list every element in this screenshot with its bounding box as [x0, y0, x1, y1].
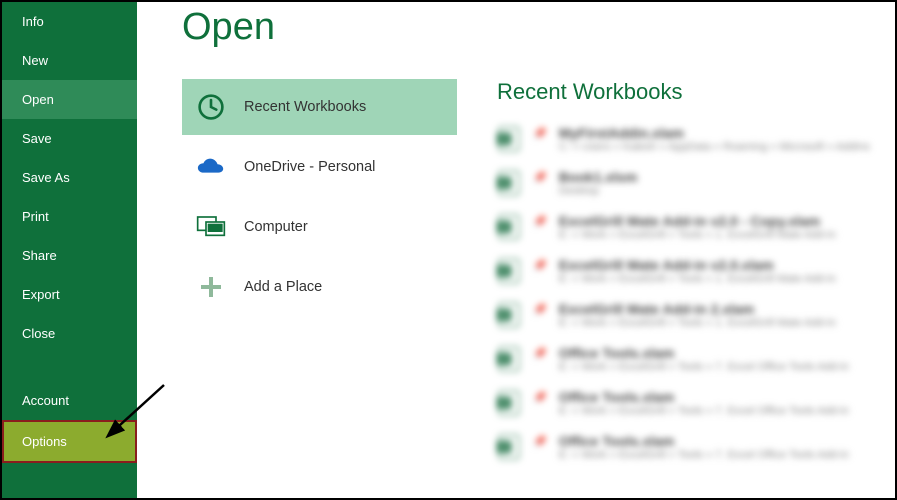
file-path: E: » Work » ExcelGrill » Tools » 1. Exce…	[559, 229, 836, 241]
file-path: C: » Users » Kalesh » AppData » Roaming …	[559, 141, 870, 153]
file-path: E: » Work » ExcelGrill » Tools » 7. Exce…	[559, 361, 849, 373]
file-name: ExcelGrill Mate Add-in 2.xlam	[559, 301, 836, 317]
svg-text:X: X	[501, 179, 507, 188]
recent-file[interactable]: X 📌 MyFirstAddin.xlamC: » Users » Kalesh »…	[497, 125, 875, 153]
svg-text:X: X	[501, 135, 507, 144]
main-panel: Open Recent Workbooks OneDrive - Persona…	[137, 2, 895, 498]
excel-file-icon: X	[497, 345, 521, 373]
location-addplace[interactable]: Add a Place	[182, 259, 457, 315]
recent-file[interactable]: X 📌 Book1.xlsmDesktop	[497, 169, 875, 197]
recent-file[interactable]: X 📌 ExcelGrill Mate Add-in 2.xlamE: » Work…	[497, 301, 875, 329]
sidebar-item-close[interactable]: Close	[2, 314, 137, 353]
file-name: Office Tools.xlam	[559, 345, 849, 361]
location-recent[interactable]: Recent Workbooks	[182, 79, 457, 135]
onedrive-icon	[196, 157, 226, 177]
computer-icon	[196, 215, 226, 239]
location-onedrive[interactable]: OneDrive - Personal	[182, 139, 457, 195]
file-name: Office Tools.xlam	[559, 389, 849, 405]
recent-panel: Recent Workbooks X 📌 MyFirstAddin.xlamC: »…	[497, 79, 895, 461]
excel-file-icon: X	[497, 389, 521, 417]
sidebar-item-open[interactable]: Open	[2, 80, 137, 119]
svg-text:X: X	[501, 267, 507, 276]
pin-icon[interactable]: 📌	[533, 347, 547, 360]
location-label: Computer	[244, 219, 308, 235]
sidebar-item-print[interactable]: Print	[2, 197, 137, 236]
recent-file[interactable]: X 📌 ExcelGrill Mate Add-in v2.0 - Copy.xla…	[497, 213, 875, 241]
excel-file-icon: X	[497, 169, 521, 197]
excel-file-icon: X	[497, 257, 521, 285]
excel-file-icon: X	[497, 433, 521, 461]
pin-icon[interactable]: 📌	[533, 259, 547, 272]
file-name: ExcelGrill Mate Add-in v2.0 - Copy.xlam	[559, 213, 836, 229]
sidebar-item-saveas[interactable]: Save As	[2, 158, 137, 197]
file-path: E: » Work » ExcelGrill » Tools » 7. Exce…	[559, 449, 849, 461]
file-path: E: » Work » ExcelGrill » Tools » 1. Exce…	[559, 273, 836, 285]
sidebar-item-export[interactable]: Export	[2, 275, 137, 314]
sidebar-item-share[interactable]: Share	[2, 236, 137, 275]
file-path: E: » Work » ExcelGrill » Tools » 1. Exce…	[559, 317, 836, 329]
open-locations: Recent Workbooks OneDrive - Personal Com…	[182, 79, 457, 461]
file-name: MyFirstAddin.xlam	[559, 125, 870, 141]
svg-text:X: X	[501, 355, 507, 364]
pin-icon[interactable]: 📌	[533, 435, 547, 448]
sidebar-item-options[interactable]: Options	[2, 420, 137, 463]
location-computer[interactable]: Computer	[182, 199, 457, 255]
plus-icon	[196, 275, 226, 299]
sidebar-item-new[interactable]: New	[2, 41, 137, 80]
file-path: E: » Work » ExcelGrill » Tools » 7. Exce…	[559, 405, 849, 417]
pin-icon[interactable]: 📌	[533, 127, 547, 140]
location-label: Add a Place	[244, 279, 322, 295]
page-title: Open	[182, 6, 895, 49]
recent-file[interactable]: X 📌 Office Tools.xlamE: » Work » ExcelGril…	[497, 345, 875, 373]
recent-file[interactable]: X 📌 Office Tools.xlamE: » Work » ExcelGril…	[497, 389, 875, 417]
pin-icon[interactable]: 📌	[533, 391, 547, 404]
file-path: Desktop	[559, 185, 638, 197]
svg-text:X: X	[501, 443, 507, 452]
excel-file-icon: X	[497, 301, 521, 329]
pin-icon[interactable]: 📌	[533, 171, 547, 184]
svg-text:X: X	[501, 223, 507, 232]
clock-icon	[196, 93, 226, 121]
file-name: Book1.xlsm	[559, 169, 638, 185]
recent-file[interactable]: X 📌 ExcelGrill Mate Add-in v2.0.xlamE: » W…	[497, 257, 875, 285]
sidebar-item-account[interactable]: Account	[2, 381, 137, 420]
location-label: Recent Workbooks	[244, 99, 366, 115]
backstage-sidebar: Info New Open Save Save As Print Share E…	[2, 2, 137, 498]
location-label: OneDrive - Personal	[244, 159, 375, 175]
recent-heading: Recent Workbooks	[497, 79, 875, 105]
recent-file[interactable]: X 📌 Office Tools.xlamE: » Work » ExcelGril…	[497, 433, 875, 461]
recent-list: X 📌 MyFirstAddin.xlamC: » Users » Kalesh »…	[497, 125, 875, 461]
excel-file-icon: X	[497, 213, 521, 241]
svg-text:X: X	[501, 311, 507, 320]
pin-icon[interactable]: 📌	[533, 303, 547, 316]
pin-icon[interactable]: 📌	[533, 215, 547, 228]
sidebar-item-info[interactable]: Info	[2, 2, 137, 41]
svg-text:X: X	[501, 399, 507, 408]
sidebar-item-save[interactable]: Save	[2, 119, 137, 158]
file-name: Office Tools.xlam	[559, 433, 849, 449]
excel-file-icon: X	[497, 125, 521, 153]
file-name: ExcelGrill Mate Add-in v2.0.xlam	[559, 257, 836, 273]
